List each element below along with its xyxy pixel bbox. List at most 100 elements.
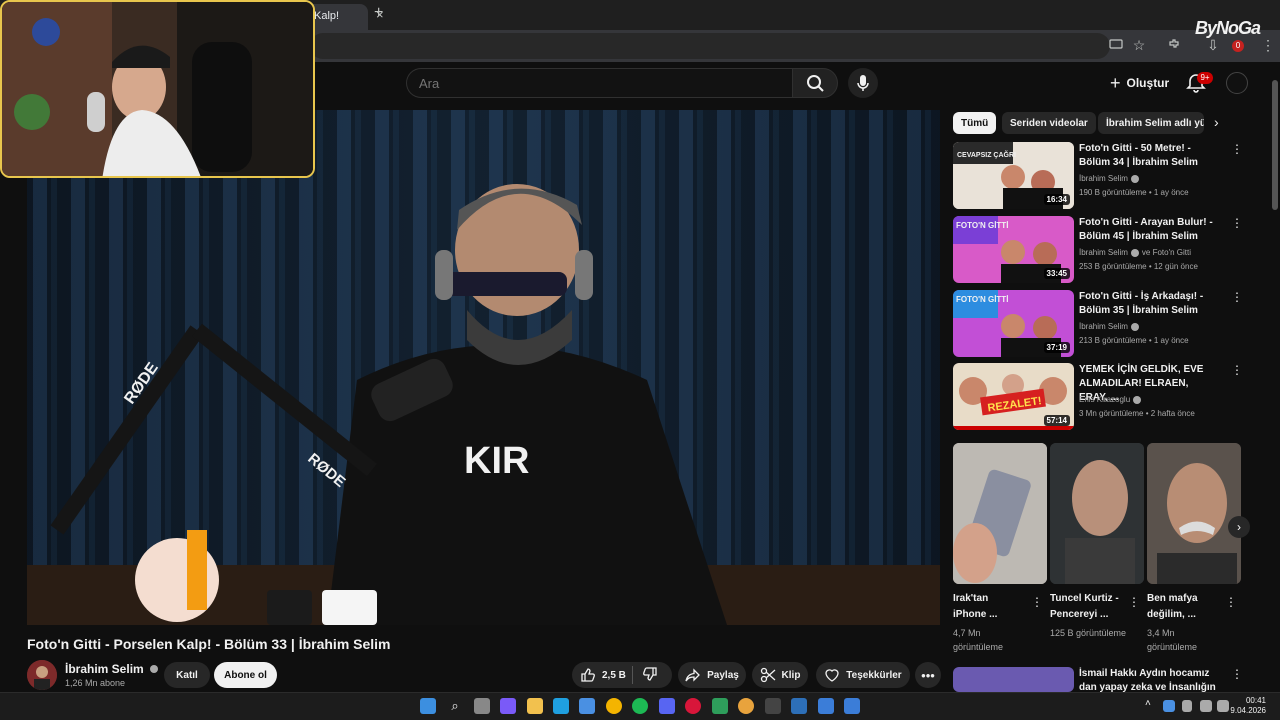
video-thumbnail[interactable]: REZALET! 57:14 (953, 363, 1074, 430)
video-thumbnail[interactable]: CEVAPSIZ ÇAĞRI 16:34 (953, 142, 1074, 209)
steam-icon[interactable] (765, 698, 781, 714)
taskbar-clock[interactable]: 00:41 9.04.2026 (1230, 696, 1266, 716)
short-thumbnail[interactable] (1147, 443, 1241, 584)
downloads-icon[interactable]: ⇩ (1205, 37, 1221, 53)
chrome-active-icon[interactable] (738, 698, 754, 714)
stream-watermark: ByNoGa (1195, 18, 1261, 38)
profile-badge[interactable]: 0 (1232, 40, 1244, 52)
store-icon[interactable] (579, 698, 595, 714)
short-title[interactable]: Irak'tan iPhone ... (953, 591, 1023, 623)
share-icon (685, 668, 701, 682)
chrome-menu-icon[interactable]: ⋮ (1260, 37, 1276, 53)
bookmark-star-icon[interactable]: ☆ (1131, 37, 1147, 53)
kebab-menu-icon[interactable]: ⋮ (1031, 595, 1043, 609)
share-button[interactable]: Paylaş (678, 662, 746, 688)
opera-icon[interactable] (685, 698, 701, 714)
clip-button[interactable]: Klip (752, 662, 808, 688)
clock-time: 00:41 (1245, 696, 1266, 705)
app-icon[interactable] (712, 698, 728, 714)
recommendation-channel[interactable]: İbrahim Selim (1079, 174, 1139, 183)
chrome-icon[interactable] (606, 698, 622, 714)
video-player[interactable]: KIR RØDE RØDE (27, 110, 940, 625)
video-thumbnail[interactable]: FOTO'N GİTTİ 33:45 (953, 216, 1074, 283)
volume-icon[interactable] (1217, 700, 1229, 712)
thanks-button[interactable]: Teşekkürler (816, 662, 910, 688)
chip-channel[interactable]: İbrahim Selim adlı yük (1098, 112, 1204, 134)
tray-app-icon[interactable] (1163, 700, 1175, 712)
thumbs-up-icon (581, 668, 595, 682)
channel-name[interactable]: İbrahim Selim (65, 662, 159, 676)
short-title[interactable]: Ben mafya değilim, ... (1147, 591, 1217, 623)
scissors-icon (760, 667, 775, 683)
video-thumbnail[interactable] (953, 667, 1074, 692)
discord-icon[interactable] (659, 698, 675, 714)
short-thumbnail[interactable] (1050, 443, 1144, 584)
short-thumbnail[interactable] (953, 443, 1047, 584)
network-icon[interactable] (1200, 700, 1212, 712)
recommendation-channel[interactable]: İbrahim Selim (1079, 322, 1139, 331)
app-icon[interactable] (791, 698, 807, 714)
recommendation-item[interactable]: CEVAPSIZ ÇAĞRI 16:34 Foto'n Gitti - 50 M… (953, 142, 1253, 209)
file-explorer-icon[interactable] (527, 698, 543, 714)
verified-icon (1130, 322, 1139, 331)
chip-series[interactable]: Seriden videolar (1002, 112, 1096, 134)
spotify-icon[interactable] (632, 698, 648, 714)
recommendation-title[interactable]: Foto'n Gitti - 50 Metre! - Bölüm 34 | İb… (1079, 142, 1217, 170)
kebab-menu-icon[interactable]: ⋮ (1231, 363, 1243, 377)
video-frame: KIR RØDE RØDE (27, 110, 940, 625)
shorts-next-button[interactable]: › (1228, 516, 1250, 538)
kebab-menu-icon[interactable]: ⋮ (1231, 216, 1243, 230)
recommendation-title[interactable]: Foto'n Gitti - İş Arkadaşı! - Bölüm 35 |… (1079, 290, 1217, 318)
short-title[interactable]: Tuncel Kurtiz - Pencereyi ... (1050, 591, 1120, 623)
app-icon[interactable] (818, 698, 834, 714)
kebab-menu-icon[interactable]: ⋮ (1231, 142, 1243, 156)
kebab-menu-icon[interactable]: ⋮ (1225, 595, 1237, 609)
recommendation-item[interactable]: FOTO'N GİTTİ 33:45 Foto'n Gitti - Arayan… (953, 216, 1253, 283)
search-input[interactable] (419, 76, 779, 91)
notifications-badge: 9+ (1197, 72, 1213, 84)
extensions-icon[interactable] (1166, 37, 1182, 53)
create-button[interactable]: + Oluştur (1104, 70, 1177, 96)
scrollbar-thumb[interactable] (1272, 80, 1278, 210)
recommendation-channel[interactable]: Enis Kirazoglu (1079, 395, 1142, 404)
duration-badge: 16:34 (1043, 194, 1070, 205)
like-button[interactable]: 2,5 B (578, 662, 626, 688)
account-avatar[interactable] (1226, 72, 1248, 94)
recommendation-item[interactable]: İsmail Hakkı Aydın hocamız dan yapay zek… (953, 667, 1253, 692)
copilot-icon[interactable] (500, 698, 516, 714)
tray-chevron-icon[interactable]: ˄ (1145, 698, 1161, 714)
recommendation-title[interactable]: Foto'n Gitti - Arayan Bulur! - Bölüm 45 … (1079, 216, 1217, 244)
recommendation-title[interactable]: İsmail Hakkı Aydın hocamız dan yapay zek… (1079, 667, 1217, 692)
task-view-icon[interactable] (474, 698, 490, 714)
video-thumbnail[interactable]: FOTO'N GİTTİ 37:19 (953, 290, 1074, 357)
verified-icon (150, 665, 159, 673)
subscribe-button[interactable]: Abone ol (214, 662, 277, 688)
duration-badge: 57:14 (1043, 415, 1070, 426)
recommendation-item[interactable]: REZALET! 57:14 YEMEK İÇİN GELDİK, EVE AL… (953, 363, 1253, 430)
like-divider (632, 666, 633, 684)
edge-icon[interactable] (553, 698, 569, 714)
search-button[interactable] (792, 68, 838, 98)
search-icon[interactable]: ⌕ (447, 698, 463, 714)
kebab-menu-icon[interactable]: ⋮ (1128, 595, 1140, 609)
kebab-menu-icon[interactable]: ⋮ (1231, 667, 1243, 681)
chip-all[interactable]: Tümü (953, 112, 997, 134)
search-box[interactable] (406, 68, 792, 98)
dislike-button[interactable] (642, 666, 660, 684)
kebab-menu-icon[interactable]: ⋮ (1231, 290, 1243, 304)
thumbs-down-icon (643, 667, 657, 681)
more-actions-button[interactable]: ••• (915, 662, 941, 688)
address-bar[interactable] (310, 33, 1110, 59)
join-button[interactable]: Katıl (164, 662, 210, 688)
recommendation-item[interactable]: FOTO'N GİTTİ 37:19 Foto'n Gitti - İş Ark… (953, 290, 1253, 357)
windows-start-icon[interactable] (420, 698, 436, 714)
app-icon[interactable] (844, 698, 860, 714)
recommendation-channel[interactable]: İbrahim Selim ve Foto'n Gitti (1079, 248, 1191, 257)
voice-search-button[interactable] (848, 68, 878, 98)
channel-avatar[interactable] (27, 660, 57, 690)
install-icon[interactable] (1108, 37, 1124, 53)
new-tab-button[interactable]: + (374, 4, 383, 22)
page-scrollbar[interactable] (1270, 62, 1280, 692)
chevron-right-icon[interactable]: › (1214, 114, 1219, 130)
microphone-tray-icon[interactable] (1182, 700, 1192, 712)
